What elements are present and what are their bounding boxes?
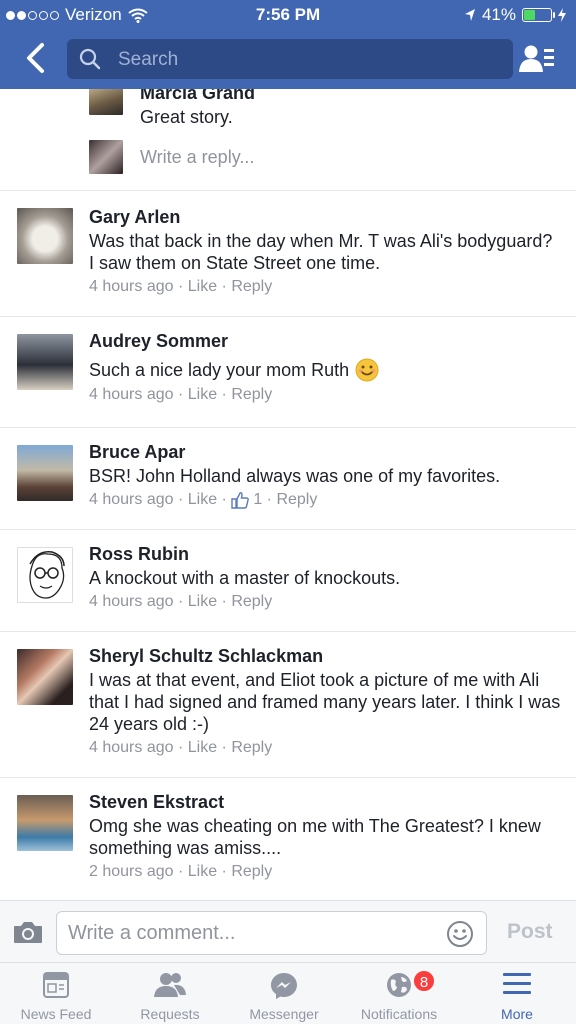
tab-label: News Feed xyxy=(20,1006,92,1022)
tab-label: More xyxy=(501,1006,533,1022)
search-icon xyxy=(79,48,101,70)
comment-author[interactable]: Audrey Sommer xyxy=(89,331,562,352)
comment-item: Audrey Sommer Such a nice lady your mom … xyxy=(0,316,576,427)
notification-badge: 8 xyxy=(412,969,436,993)
smiley-emoji-icon xyxy=(355,358,379,382)
avatar[interactable] xyxy=(17,547,73,603)
comment-meta: 4 hours ago · Like · Reply xyxy=(89,739,273,757)
comment-item: Gary Arlen Was that back in the day when… xyxy=(0,190,576,316)
reply-link[interactable]: Reply xyxy=(231,863,272,881)
timestamp: 4 hours ago xyxy=(89,739,174,756)
tab-more[interactable]: More xyxy=(458,963,576,1024)
timestamp: 4 hours ago xyxy=(89,278,174,295)
timestamp: 4 hours ago xyxy=(89,593,174,610)
reply-link[interactable]: Reply xyxy=(231,278,272,296)
caricature-sketch xyxy=(29,551,65,599)
tab-notifications[interactable]: 8 Notifications xyxy=(340,963,458,1024)
emoji-picker-icon[interactable] xyxy=(446,920,474,948)
comment-author[interactable]: Steven Ekstract xyxy=(89,792,562,813)
comment-text: Such a nice lady your mom Ruth xyxy=(89,360,350,380)
location-arrow-icon xyxy=(464,9,475,21)
comment-author[interactable]: Sheryl Schultz Schlackman xyxy=(89,646,562,667)
like-link[interactable]: Like xyxy=(188,491,217,509)
comment-composer: Write a comment... Post xyxy=(0,900,576,962)
globe-icon xyxy=(387,973,411,997)
tab-requests[interactable]: Requests xyxy=(112,963,228,1024)
battery-percentage: 41% xyxy=(481,5,516,24)
comment-item: Sheryl Schultz Schlackman I was at that … xyxy=(0,631,576,777)
charging-bolt-icon xyxy=(558,8,566,22)
search-input[interactable]: Search xyxy=(67,39,513,79)
messenger-icon xyxy=(271,973,297,999)
comment-author[interactable]: Gary Arlen xyxy=(89,207,562,228)
comment-item: Bruce Apar BSR! John Holland always was … xyxy=(0,427,576,529)
thumbs-up-icon xyxy=(231,492,250,509)
like-link[interactable]: Like xyxy=(188,386,217,404)
comment-meta: 4 hours ago · Like · Reply xyxy=(89,593,273,611)
comments-list: Marcia Grand Great story. Write a reply.… xyxy=(0,89,576,900)
avatar[interactable] xyxy=(17,649,73,705)
reply-link[interactable]: Reply xyxy=(231,386,272,404)
search-placeholder: Search xyxy=(118,49,179,70)
comment-input[interactable]: Write a comment... xyxy=(56,911,487,955)
avatar[interactable] xyxy=(17,334,73,390)
timestamp: 4 hours ago xyxy=(89,491,174,508)
timestamp: 4 hours ago xyxy=(89,386,174,403)
write-reply-field[interactable]: Write a reply... xyxy=(140,147,254,168)
camera-icon[interactable] xyxy=(13,920,43,944)
avatar[interactable] xyxy=(17,795,73,851)
reply-link[interactable]: Reply xyxy=(231,739,272,757)
like-link[interactable]: Like xyxy=(188,278,217,296)
comment-item: Ross Rubin A knockout with a master of k… xyxy=(0,529,576,631)
comment-meta: 2 hours ago · Like · Reply xyxy=(89,863,273,881)
avatar[interactable] xyxy=(17,445,73,501)
my-avatar xyxy=(89,140,123,174)
news-feed-icon xyxy=(43,972,69,998)
comment-item: Steven Ekstract Omg she was cheating on … xyxy=(0,777,576,900)
comment-meta: 4 hours ago · Like · 1 · Reply xyxy=(89,491,318,509)
post-button[interactable]: Post xyxy=(507,920,553,944)
reply-author-name[interactable]: Marcia Grand xyxy=(140,89,576,104)
reply-link[interactable]: Reply xyxy=(231,593,272,611)
timestamp: 2 hours ago xyxy=(89,863,174,880)
comment-text: Omg she was cheating on me with The Grea… xyxy=(89,816,541,858)
menu-icon xyxy=(503,973,531,994)
avatar[interactable] xyxy=(17,208,73,264)
comment-author[interactable]: Bruce Apar xyxy=(89,442,562,463)
comment-meta: 4 hours ago · Like · Reply xyxy=(89,278,273,296)
like-count[interactable]: 1 xyxy=(253,491,262,509)
reply-text: Great story. xyxy=(140,107,233,127)
comment-text: Was that back in the day when Mr. T was … xyxy=(89,231,553,273)
comment-text: I was at that event, and Eliot took a pi… xyxy=(89,670,561,734)
bottom-tab-bar: News Feed Requests Messenger 8 Notificat… xyxy=(0,962,576,1024)
battery-icon xyxy=(522,8,555,22)
tab-label: Notifications xyxy=(360,1006,438,1022)
comment-placeholder: Write a comment... xyxy=(68,922,236,944)
like-link[interactable]: Like xyxy=(188,739,217,757)
reply-link[interactable]: Reply xyxy=(276,491,317,509)
friends-icon xyxy=(154,973,186,997)
friend-list-icon[interactable] xyxy=(519,44,555,74)
comment-meta: 4 hours ago · Like · Reply xyxy=(89,386,273,404)
comment-text: A knockout with a master of knockouts. xyxy=(89,568,401,588)
like-link[interactable]: Like xyxy=(188,863,217,881)
comment-author[interactable]: Ross Rubin xyxy=(89,544,562,565)
tab-label: Requests xyxy=(140,1006,200,1022)
comment-text: BSR! John Holland always was one of my f… xyxy=(89,466,501,486)
tab-messenger[interactable]: Messenger xyxy=(228,963,340,1024)
like-link[interactable]: Like xyxy=(188,593,217,611)
status-bar: Verizon 7:56 PM 41% xyxy=(0,0,576,30)
tab-label: Messenger xyxy=(249,1006,319,1022)
top-navigation-bar: Verizon 7:56 PM 41% Search xyxy=(0,0,576,89)
back-chevron-icon[interactable] xyxy=(20,42,50,74)
tab-news-feed[interactable]: News Feed xyxy=(0,963,112,1024)
